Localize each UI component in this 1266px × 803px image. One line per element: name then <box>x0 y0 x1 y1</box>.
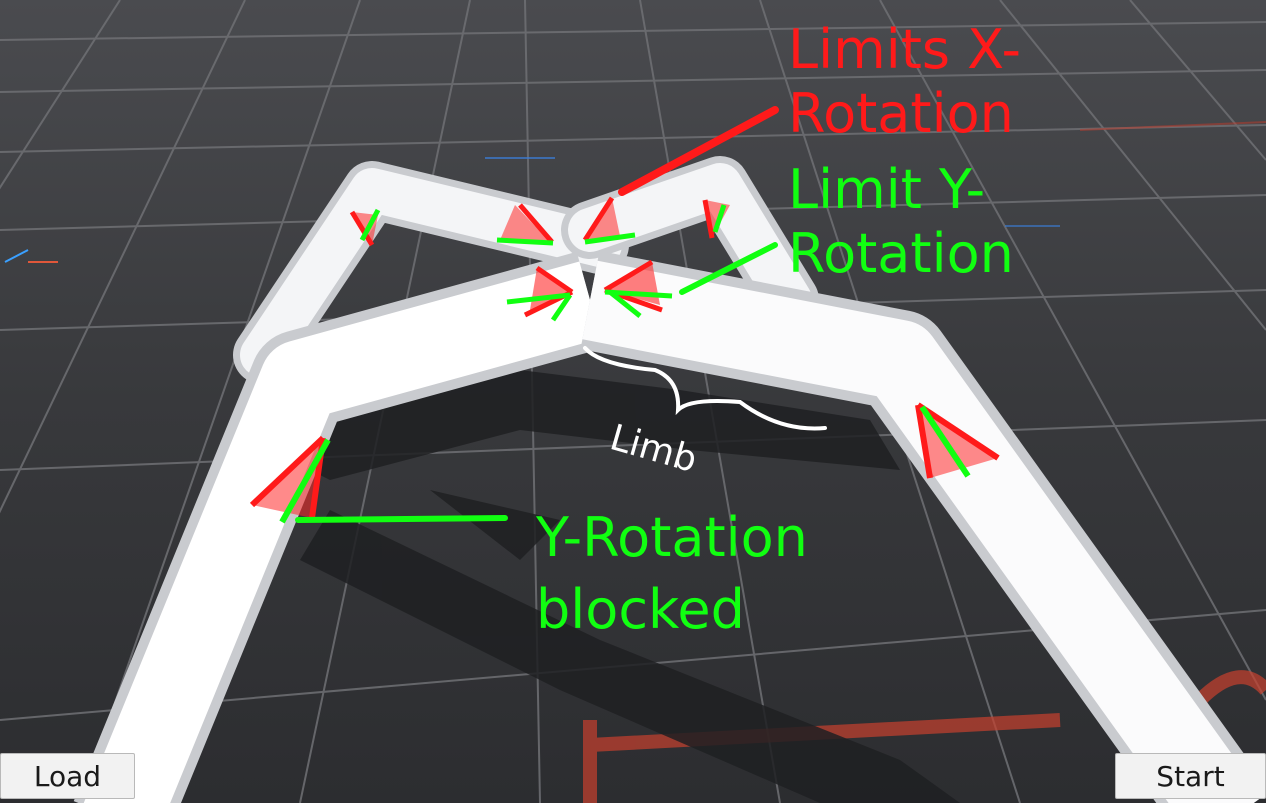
annotation-y-blocked-line1: Y-Rotation <box>535 506 808 569</box>
annotation-limit-y-line1: Limit Y- <box>788 158 985 221</box>
pointer-line-y-blocked <box>295 515 508 523</box>
annotation-limits-x-line2: Rotation <box>788 82 1014 145</box>
annotation-y-blocked-line2: blocked <box>536 578 745 641</box>
3d-scene: Limits X- Rotation Limit Y- Rotation Lim… <box>0 0 1266 803</box>
load-button[interactable]: Load <box>0 753 135 799</box>
annotation-limits-x-line1: Limits X- <box>788 18 1021 81</box>
scene-viewport[interactable]: Limits X- Rotation Limit Y- Rotation Lim… <box>0 0 1266 803</box>
start-button[interactable]: Start <box>1115 753 1266 799</box>
annotation-limit-y-line2: Rotation <box>788 222 1014 285</box>
